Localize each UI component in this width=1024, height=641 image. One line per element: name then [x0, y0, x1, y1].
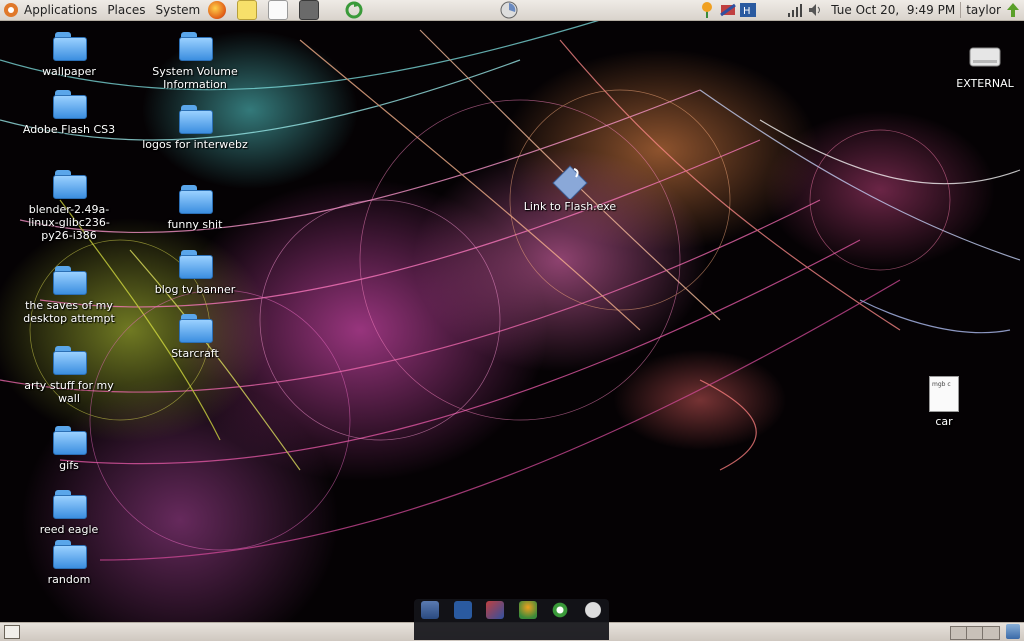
folder-icon: [177, 248, 213, 280]
executable-link-icon: [552, 165, 588, 201]
file-badge: mgb c: [932, 381, 951, 388]
desktop-icon-label: logos for interwebz: [142, 138, 248, 151]
desktop-icon-label: blender-2.49a-linux-glibc236-py26-i386: [28, 203, 110, 242]
desktop-icon-label: Starcraft: [171, 347, 219, 360]
user-name[interactable]: taylor: [966, 3, 1001, 17]
desktop-icon-label: blog tv banner: [154, 283, 236, 296]
desktop-folder-arty-stuff[interactable]: arty stuff for my wall: [14, 344, 124, 405]
top-panel: Applications Places System H Tue Oct 20,…: [0, 0, 1024, 21]
chart-icon[interactable]: [500, 1, 518, 19]
folder-icon: [177, 103, 213, 135]
desktop-icon-label: System Volume Information: [152, 65, 238, 91]
folder-icon: [51, 488, 87, 520]
desktop-folder-blog-tv[interactable]: blog tv banner: [140, 248, 250, 296]
document-file-icon: mgb c: [929, 376, 959, 412]
clock[interactable]: Tue Oct 20, 9:49 PM: [831, 3, 955, 17]
refresh-icon[interactable]: [345, 1, 363, 19]
show-desktop-icon[interactable]: [4, 625, 20, 639]
desktop-folder-adobe-flash[interactable]: Adobe Flash CS3: [14, 88, 124, 136]
save-icon[interactable]: [421, 601, 440, 619]
folder-icon: [177, 312, 213, 344]
desktop-icon-label: funny shit: [167, 218, 223, 231]
tray-separator: [960, 2, 962, 18]
user-arrow-icon[interactable]: [1005, 2, 1021, 18]
workspace-switcher-3[interactable]: [982, 626, 1000, 640]
system-tray: H Tue Oct 20, 9:49 PM taylor: [699, 0, 1024, 20]
desktop-icon-label: random: [47, 573, 91, 586]
desktop-folder-saves[interactable]: the saves of my desktop attempt: [14, 264, 124, 325]
applications-menu[interactable]: Applications: [19, 0, 102, 20]
desktop-folder-system-volume[interactable]: System Volume Information: [140, 30, 250, 91]
desktop-icon-label: Adobe Flash CS3: [22, 123, 116, 136]
text-editor-icon[interactable]: [268, 0, 289, 20]
chart-icon[interactable]: [583, 601, 602, 619]
desktop-folder-logos[interactable]: logos for interwebz: [140, 103, 250, 151]
svg-text:H: H: [743, 6, 751, 17]
desktop-icon-label: the saves of my desktop attempt: [23, 299, 115, 325]
system-menu[interactable]: System: [150, 0, 205, 20]
signal-icon[interactable]: [787, 2, 803, 18]
desktop-folder-wallpaper[interactable]: wallpaper: [14, 30, 124, 78]
desktop-icon-label: car: [935, 415, 953, 428]
network-sync-icon[interactable]: [719, 1, 737, 19]
desktop-icon-label: gifs: [59, 459, 79, 472]
folder-icon: [177, 30, 213, 62]
hard-drive-icon: [967, 42, 1003, 74]
folder-icon: [177, 183, 213, 215]
mail-icon[interactable]: [453, 601, 472, 619]
folder-icon: [51, 30, 87, 62]
desktop-icon-label: Link to Flash.exe: [523, 200, 617, 213]
desktop-icon-label: wallpaper: [42, 65, 96, 78]
desktop-link-flash[interactable]: Link to Flash.exe: [515, 165, 625, 213]
launcher-dock: [414, 599, 609, 640]
folder-icon: [51, 264, 87, 296]
firefox-icon[interactable]: [208, 1, 227, 19]
refresh-icon[interactable]: [551, 601, 570, 619]
network-sync-icon[interactable]: [486, 601, 505, 619]
desktop-icon-label: arty stuff for my wall: [24, 379, 114, 405]
tulip-icon[interactable]: [518, 601, 537, 619]
desktop-folder-starcraft[interactable]: Starcraft: [140, 312, 250, 360]
tulip-icon[interactable]: [699, 1, 715, 19]
notes-icon[interactable]: [237, 0, 258, 20]
trash-icon[interactable]: [1006, 624, 1020, 639]
folder-icon: [51, 424, 87, 456]
mail-icon[interactable]: H: [739, 1, 757, 19]
desktop-icon-label: reed eagle: [39, 523, 99, 536]
volume-icon[interactable]: [807, 2, 823, 18]
desktop-icon-label: EXTERNAL: [956, 77, 1014, 90]
desktop-file-car[interactable]: mgb c car: [889, 376, 999, 428]
ubuntu-logo-icon[interactable]: [3, 2, 19, 18]
desktop-folder-blender[interactable]: blender-2.49a-linux-glibc236-py26-i386: [14, 168, 124, 242]
folder-icon: [51, 168, 87, 200]
desktop-folder-random[interactable]: random: [14, 538, 124, 586]
desktop-drive-external[interactable]: EXTERNAL: [930, 42, 1024, 90]
calculator-icon[interactable]: [299, 0, 320, 20]
folder-icon: [51, 538, 87, 570]
folder-icon: [51, 344, 87, 376]
desktop-folder-gifs[interactable]: gifs: [14, 424, 124, 472]
places-menu[interactable]: Places: [102, 0, 150, 20]
desktop-folder-reed-eagle[interactable]: reed eagle: [14, 488, 124, 536]
folder-icon: [51, 88, 87, 120]
desktop-folder-funny[interactable]: funny shit: [140, 183, 250, 231]
